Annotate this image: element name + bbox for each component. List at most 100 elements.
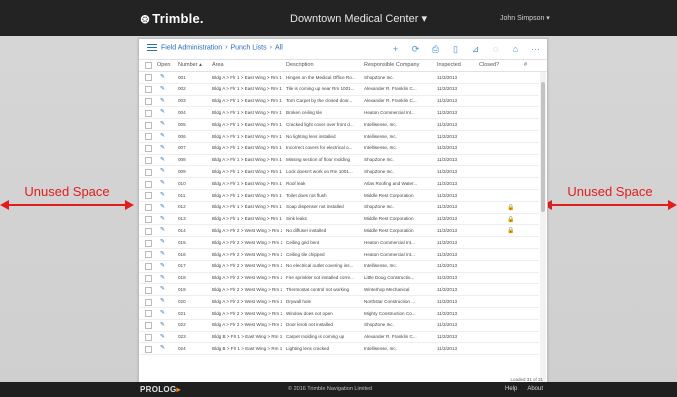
row-checkbox[interactable] [145,192,152,200]
trimble-logo[interactable]: ⊛ Trimble. [140,11,204,26]
row-checkbox[interactable] [145,180,152,188]
row-checkbox[interactable] [145,74,152,82]
column-header-description[interactable]: Description [286,62,314,68]
row-checkbox[interactable] [145,239,152,247]
project-selector[interactable]: Downtown Medical Center ▾ [290,12,427,25]
table-row[interactable]: ✎ 011 Bldg A > Flr 1 > East Wing > Rm 10..… [139,190,539,202]
user-menu[interactable]: John Simpson ▾ [500,14,550,22]
filter-icon[interactable]: ⊿ [470,44,481,55]
row-checkbox[interactable] [145,286,152,294]
open-item-icon[interactable]: ✎ [160,180,166,186]
row-checkbox[interactable] [145,145,152,153]
row-checkbox[interactable] [145,109,152,117]
column-header-flag[interactable]: # [524,62,527,68]
row-checkbox[interactable] [145,204,152,212]
row-checkbox[interactable] [145,263,152,271]
open-item-icon[interactable]: ✎ [160,109,166,115]
breadcrumb-field-administration[interactable]: Field Administration [161,44,222,51]
table-row[interactable]: ✎ 010 Bldg A > Flr 1 > East Wing > Rm 10..… [139,178,539,190]
help-link[interactable]: Help [505,386,517,392]
table-row[interactable]: ✎ 018 Bldg A > Flr 2 > West Wing > Rm 2...… [139,273,539,285]
refresh-icon[interactable]: ⟳ [410,44,421,55]
row-checkbox[interactable] [145,121,152,129]
open-item-icon[interactable]: ✎ [160,192,166,198]
open-item-icon[interactable]: ✎ [160,168,166,174]
table-row[interactable]: ✎ 022 Bldg A > Flr 2 > West Wing > Rm 2...… [139,320,539,332]
open-item-icon[interactable]: ✎ [160,298,166,304]
scrollbar-thumb[interactable] [541,82,545,212]
open-item-icon[interactable]: ✎ [160,286,166,292]
open-item-icon[interactable]: ✎ [160,251,166,257]
breadcrumb-punch-lists[interactable]: Punch Lists [230,44,266,51]
table-row[interactable]: ✎ 016 Bldg A > Flr 2 > West Wing > Rm 2...… [139,249,539,261]
column-header-company[interactable]: Responsible Company [364,62,419,68]
row-checkbox[interactable] [145,215,152,223]
row-checkbox[interactable] [145,298,152,306]
row-checkbox[interactable] [145,86,152,94]
column-header-open[interactable]: Open [157,62,170,68]
row-checkbox[interactable] [145,251,152,259]
menu-icon[interactable] [147,44,157,51]
table-row[interactable]: ✎ 009 Bldg A > Flr 1 > East Wing > Rm 10..… [139,166,539,179]
table-row[interactable]: ✎ 002 Bldg A > Flr 1 > East Wing > Rm 10..… [139,84,539,96]
vertical-scrollbar[interactable] [540,72,546,383]
table-row[interactable]: ✎ 004 Bldg A > Flr 1 > East Wing > Rm 10..… [139,107,539,120]
row-checkbox[interactable] [145,133,152,141]
row-checkbox[interactable] [145,345,152,353]
open-item-icon[interactable]: ✎ [160,322,166,328]
folder-icon[interactable]: ⌂ [510,44,521,55]
open-item-icon[interactable]: ✎ [160,345,166,351]
open-item-icon[interactable]: ✎ [160,157,166,163]
column-header-area[interactable]: Area [212,62,224,68]
row-checkbox[interactable] [145,227,152,235]
print-icon[interactable]: ⎙ [430,44,441,55]
column-header-closed[interactable]: Closed? [479,62,499,68]
column-header-inspected[interactable]: Inspected [437,62,461,68]
table-row[interactable]: ✎ 019 Bldg A > Flr 2 > West Wing > Rm 2...… [139,284,539,297]
prolog-logo[interactable]: PROLOG▸ [140,385,181,394]
table-row[interactable]: ✎ 005 Bldg A > Flr 1 > East Wing > Rm 10..… [139,119,539,131]
table-row[interactable]: ✎ 021 Bldg A > Flr 2 > West Wing > Rm 2...… [139,308,539,320]
row-checkbox[interactable] [145,274,152,282]
document-icon[interactable]: ▯ [450,44,461,55]
table-row[interactable]: ✎ 013 Bldg A > Flr 1 > East Wing > Rm 10..… [139,214,539,226]
table-row[interactable]: ✎ 003 Bldg A > Flr 1 > East Wing > Rm 10..… [139,96,539,108]
table-row[interactable]: ✎ 007 Bldg A > Flr 1 > East Wing > Rm 10..… [139,143,539,155]
table-row[interactable]: ✎ 001 Bldg A > Flr 1 > East Wing > Rm 10..… [139,72,539,84]
column-header-number[interactable]: Number ▴ [178,62,202,68]
table-row[interactable]: ✎ 023 Bldg B > Flr 1 > East Wing > Rm 11..… [139,332,539,344]
open-item-icon[interactable]: ✎ [160,204,166,210]
select-all-checkbox[interactable] [145,62,152,69]
open-item-icon[interactable]: ✎ [160,263,166,269]
row-checkbox[interactable] [145,322,152,330]
open-item-icon[interactable]: ✎ [160,74,166,80]
breadcrumb-all[interactable]: All [275,44,283,51]
table-row[interactable]: ✎ 014 Bldg A > Flr 2 > West Wing > Rm 2...… [139,225,539,238]
plus-icon[interactable]: + [390,44,401,55]
open-item-icon[interactable]: ✎ [160,86,166,92]
row-checkbox[interactable] [145,156,152,164]
open-item-icon[interactable]: ✎ [160,145,166,151]
table-row[interactable]: ✎ 008 Bldg A > Flr 1 > East Wing > Rm 10..… [139,155,539,167]
row-checkbox[interactable] [145,333,152,341]
about-link[interactable]: About [527,386,543,392]
open-item-icon[interactable]: ✎ [160,310,166,316]
open-item-icon[interactable]: ✎ [160,239,166,245]
row-checkbox[interactable] [145,168,152,176]
more-icon[interactable]: ··· [530,44,541,55]
open-item-icon[interactable]: ✎ [160,98,166,104]
open-item-icon[interactable]: ✎ [160,133,166,139]
open-item-icon[interactable]: ✎ [160,334,166,340]
table-row[interactable]: ✎ 012 Bldg A > Flr 1 > East Wing > Rm 10..… [139,202,539,214]
table-row[interactable]: ✎ 020 Bldg A > Flr 2 > West Wing > Rm 2...… [139,296,539,308]
comment-icon[interactable]: ◌ [490,44,501,55]
table-row[interactable]: ✎ 006 Bldg A > Flr 1 > East Wing > Rm 10..… [139,131,539,143]
table-row[interactable]: ✎ 017 Bldg A > Flr 2 > West Wing > Rm 2...… [139,261,539,273]
open-item-icon[interactable]: ✎ [160,121,166,127]
open-item-icon[interactable]: ✎ [160,216,166,222]
table-row[interactable]: ✎ 024 Bldg B > Flr 1 > East Wing > Rm 11..… [139,343,539,356]
table-row[interactable]: ✎ 015 Bldg A > Flr 2 > West Wing > Rm 2...… [139,237,539,249]
row-checkbox[interactable] [145,97,152,105]
open-item-icon[interactable]: ✎ [160,275,166,281]
open-item-icon[interactable]: ✎ [160,227,166,233]
